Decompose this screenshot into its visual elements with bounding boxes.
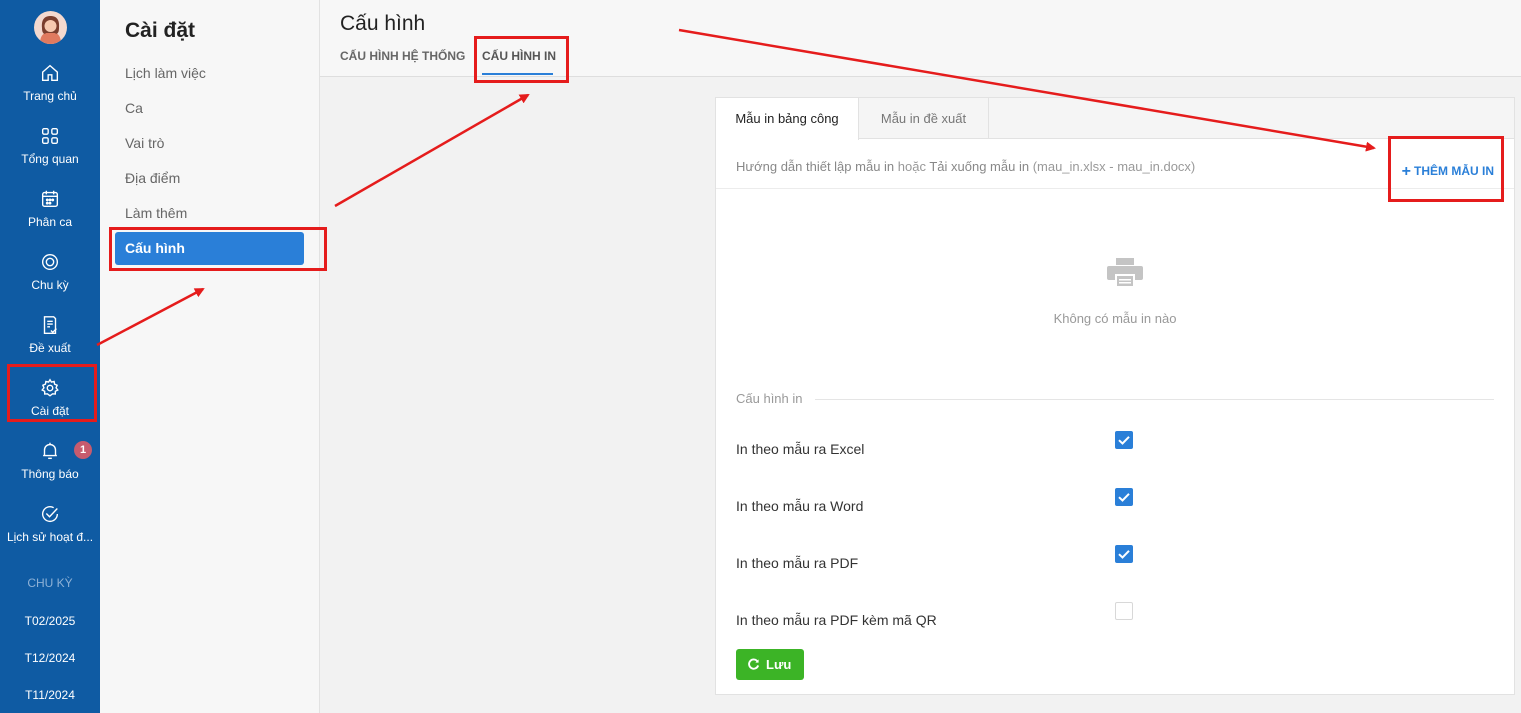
refresh-icon xyxy=(748,658,760,670)
period-item[interactable]: T12/2024 xyxy=(0,651,100,665)
tab-system-config[interactable]: CẤU HÌNH HỆ THỐNG xyxy=(340,49,465,63)
grid-icon xyxy=(41,127,59,145)
tab-proposal-template[interactable]: Mẫu in đề xuất xyxy=(859,98,989,139)
period-item[interactable]: T11/2024 xyxy=(0,688,100,702)
nav-item-cycle[interactable]: Chu kỳ xyxy=(0,251,100,313)
nav-item-label: Tổng quan xyxy=(21,152,79,166)
nav-item-label: Thông báo xyxy=(21,467,79,481)
option-pdf-qr-label: In theo mẫu ra PDF kèm mã QR xyxy=(736,612,937,628)
nav-item-label: Phân ca xyxy=(27,215,73,229)
avatar[interactable] xyxy=(34,11,67,44)
settings-item-location[interactable]: Địa điểm xyxy=(125,170,180,186)
check-icon xyxy=(1118,436,1130,445)
save-button[interactable]: Lưu xyxy=(736,649,804,680)
printer-icon xyxy=(1107,258,1143,287)
home-icon xyxy=(41,64,59,82)
notification-badge: 1 xyxy=(74,441,92,459)
period-item[interactable]: T02/2025 xyxy=(0,614,100,628)
nav-item-overview[interactable]: Tổng quan xyxy=(0,125,100,187)
check-icon xyxy=(1118,550,1130,559)
highlight-print-config-tab xyxy=(474,36,569,83)
option-word-checkbox[interactable] xyxy=(1115,488,1133,506)
nav-item-shift[interactable]: Phân ca xyxy=(0,188,100,250)
nav-item-label: Lịch sử hoạt đ... xyxy=(6,530,94,544)
nav-item-activity-history[interactable]: Lịch sử hoạt đ... xyxy=(0,503,100,565)
download-files: (mau_in.xlsx - mau_in.docx) xyxy=(1029,159,1196,174)
settings-menu: Cài đặt Lịch làm việc Ca Vai trò Địa điể… xyxy=(100,0,320,713)
option-excel-label: In theo mẫu ra Excel xyxy=(736,441,865,457)
settings-item-role[interactable]: Vai trò xyxy=(125,135,164,151)
option-pdf-label: In theo mẫu ra PDF xyxy=(736,555,859,571)
nav-item-label: Chu kỳ xyxy=(31,278,69,292)
period-header: CHU KỲ xyxy=(27,576,73,590)
highlight-add-template-button xyxy=(1388,136,1504,202)
option-excel-checkbox[interactable] xyxy=(1115,431,1133,449)
empty-state-text: Không có mẫu in nào xyxy=(1053,311,1177,326)
settings-item-shift[interactable]: Ca xyxy=(125,100,143,116)
nav-item-label: Trang chủ xyxy=(23,89,77,103)
guide-or: hoặc xyxy=(894,159,930,174)
nav-item-home[interactable]: Trang chủ xyxy=(0,62,100,124)
page-title: Cấu hình xyxy=(340,12,426,35)
nav-item-label: Đề xuất xyxy=(29,341,71,355)
tab-timesheet-template[interactable]: Mẫu in bảng công xyxy=(716,98,859,140)
cycle-icon xyxy=(41,253,59,271)
calendar-icon xyxy=(41,190,59,208)
settings-title: Cài đặt xyxy=(125,19,196,42)
document-check-icon xyxy=(43,316,57,334)
card-tabs: Mẫu in bảng công Mẫu in đề xuất xyxy=(716,98,1514,140)
option-pdf-checkbox[interactable] xyxy=(1115,545,1133,563)
settings-item-work-schedule[interactable]: Lịch làm việc xyxy=(125,65,206,81)
save-label: Lưu xyxy=(766,657,792,672)
check-icon xyxy=(1118,493,1130,502)
highlight-settings-nav xyxy=(7,364,97,422)
highlight-configuration-menu xyxy=(109,227,327,271)
download-template-link[interactable]: Tải xuống mẫu in xyxy=(929,159,1029,174)
divider xyxy=(736,399,1494,400)
print-config-section-label: Cấu hình in xyxy=(736,391,815,406)
option-pdf-qr-checkbox[interactable] xyxy=(1115,602,1133,620)
nav-rail: Trang chủ Tổng quan Phân ca Chu kỳ Đề xu… xyxy=(0,0,100,713)
check-circle-icon xyxy=(41,506,59,522)
guide-text: Hướng dẫn thiết lập mẫu in hoặc Tải xuốn… xyxy=(736,159,1195,174)
settings-item-overtime[interactable]: Làm thêm xyxy=(125,205,187,221)
bell-icon xyxy=(43,442,57,460)
option-word-label: In theo mẫu ra Word xyxy=(736,498,864,514)
guide-link[interactable]: Hướng dẫn thiết lập mẫu in xyxy=(736,159,894,174)
arrow-to-print-tab xyxy=(334,93,530,208)
